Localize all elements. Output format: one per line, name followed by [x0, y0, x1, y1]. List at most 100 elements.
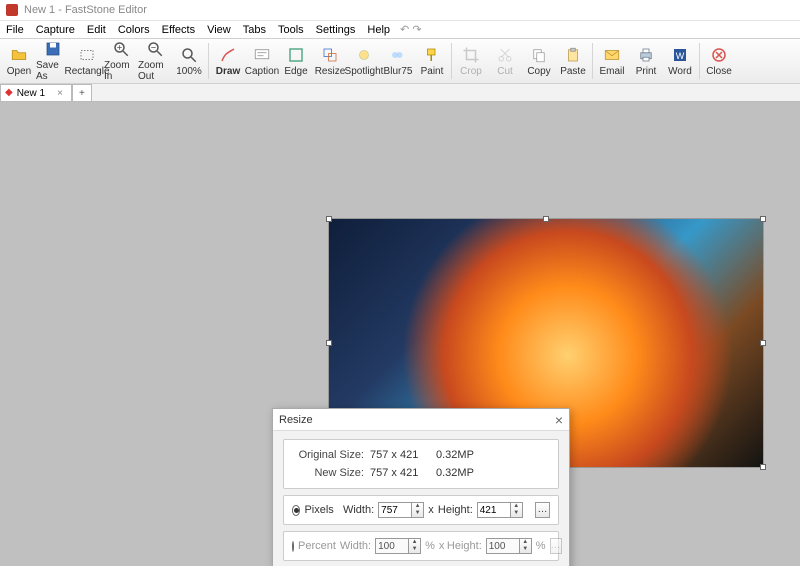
- height-label: Height:: [438, 504, 473, 516]
- size-info-panel: Original Size: 757 x 421 0.32MP New Size…: [283, 439, 559, 489]
- toolbar-resize-button[interactable]: Resize: [313, 40, 347, 82]
- dialog-close-icon[interactable]: ×: [555, 412, 563, 428]
- pixels-panel: Pixels Width: ▲▼ x Height: ▲▼: [283, 495, 559, 525]
- tab-bar: ◆ New 1 × +: [0, 84, 800, 102]
- menu-edit[interactable]: Edit: [81, 24, 112, 36]
- toolbar-label: Edge: [284, 66, 307, 77]
- blur-icon: [389, 46, 407, 64]
- toolbar-spotlight-button[interactable]: Spotlight: [347, 40, 381, 82]
- toolbar-email-button[interactable]: Email: [595, 40, 629, 82]
- toolbar-zoom-out-button[interactable]: Zoom Out: [138, 40, 172, 82]
- menu-colors[interactable]: Colors: [112, 24, 156, 36]
- toolbar-open-button[interactable]: Open: [2, 40, 36, 82]
- toolbar-100%-button[interactable]: 100%: [172, 40, 206, 82]
- undo-redo-icon[interactable]: ↶ ↷: [396, 23, 428, 36]
- menu-tools[interactable]: Tools: [272, 24, 310, 36]
- menu-settings[interactable]: Settings: [310, 24, 362, 36]
- more-pixels-button[interactable]: …: [535, 502, 550, 518]
- menu-capture[interactable]: Capture: [30, 24, 81, 36]
- toolbar-draw-button[interactable]: Draw: [211, 40, 245, 82]
- pixels-radio[interactable]: [292, 505, 300, 516]
- resize-handle[interactable]: [760, 216, 766, 222]
- width-pc-spinner: ▲▼: [375, 538, 421, 554]
- spinner-arrows-icon[interactable]: ▲▼: [412, 502, 424, 518]
- canvas-area[interactable]: Resize × Original Size: 757 x 421 0.32MP…: [0, 102, 800, 566]
- percent-label: Percent: [298, 540, 336, 552]
- tab-close-icon[interactable]: ×: [57, 88, 63, 99]
- width-px-spinner[interactable]: ▲▼: [378, 502, 424, 518]
- toolbar-separator: [208, 43, 209, 79]
- title-bar: New 1 - FastStone Editor: [0, 0, 800, 20]
- menu-bar: FileCaptureEditColorsEffectsViewTabsTool…: [0, 20, 800, 38]
- resize-handle[interactable]: [760, 464, 766, 470]
- new-size-mp: 0.32MP: [436, 467, 480, 479]
- width-label: Width:: [340, 540, 371, 552]
- x-sep: x: [428, 504, 434, 516]
- height-px-input[interactable]: [477, 502, 511, 518]
- toolbar-word-button[interactable]: W Word: [663, 40, 697, 82]
- resize-handle[interactable]: [326, 340, 332, 346]
- toolbar-label: Caption: [245, 66, 279, 77]
- email-icon: [603, 46, 621, 64]
- toolbar-label: 100%: [176, 66, 202, 77]
- toolbar-label: Blur75: [384, 66, 413, 77]
- open-icon: [10, 46, 28, 64]
- spinner-arrows-icon: ▲▼: [409, 538, 421, 554]
- toolbar-caption-button[interactable]: Caption: [245, 40, 279, 82]
- width-px-input[interactable]: [378, 502, 412, 518]
- resize-handle[interactable]: [760, 340, 766, 346]
- z100-icon: [180, 46, 198, 64]
- menu-file[interactable]: File: [0, 24, 30, 36]
- toolbar-edge-button[interactable]: Edge: [279, 40, 313, 82]
- toolbar-label: Spotlight: [345, 66, 384, 77]
- toolbar-separator: [592, 43, 593, 79]
- new-size-value: 757 x 421: [370, 467, 430, 479]
- toolbar-rectangle-button[interactable]: Rectangle: [70, 40, 104, 82]
- menu-help[interactable]: Help: [361, 24, 396, 36]
- toolbar: OpenSave AsRectangleZoom InZoom Out100%D…: [0, 38, 800, 84]
- menu-effects[interactable]: Effects: [156, 24, 201, 36]
- toolbar-label: Email: [599, 66, 624, 77]
- toolbar-label: Zoom Out: [138, 60, 172, 82]
- toolbar-close-button[interactable]: Close: [702, 40, 736, 82]
- toolbar-print-button[interactable]: Print: [629, 40, 663, 82]
- toolbar-label: Paint: [421, 66, 444, 77]
- tab-add-button[interactable]: +: [72, 84, 92, 101]
- toolbar-label: Close: [706, 66, 732, 77]
- resize-icon: [321, 46, 339, 64]
- height-px-spinner[interactable]: ▲▼: [477, 502, 523, 518]
- toolbar-paste-button[interactable]: Paste: [556, 40, 590, 82]
- word-icon: W: [671, 46, 689, 64]
- tab-label: New 1: [17, 88, 45, 99]
- resize-handle[interactable]: [543, 216, 549, 222]
- resize-dialog: Resize × Original Size: 757 x 421 0.32MP…: [272, 408, 570, 566]
- new-size-label: New Size:: [292, 467, 364, 479]
- toolbar-paint-button[interactable]: Paint: [415, 40, 449, 82]
- menu-view[interactable]: View: [201, 24, 237, 36]
- dialog-titlebar[interactable]: Resize ×: [273, 409, 569, 431]
- save-icon: [44, 40, 62, 58]
- more-percent-button: …: [550, 538, 562, 554]
- toolbar-zoom-in-button[interactable]: Zoom In: [104, 40, 138, 82]
- paste-icon: [564, 46, 582, 64]
- original-size-label: Original Size:: [292, 449, 364, 461]
- app-icon: [6, 4, 18, 16]
- toolbar-label: Word: [668, 66, 692, 77]
- percent-radio[interactable]: [292, 541, 294, 552]
- document-tab[interactable]: ◆ New 1 ×: [0, 84, 72, 101]
- toolbar-separator: [699, 43, 700, 79]
- spot-icon: [355, 46, 373, 64]
- toolbar-blur75-button[interactable]: Blur75: [381, 40, 415, 82]
- toolbar-label: Paste: [560, 66, 586, 77]
- toolbar-label: Open: [7, 66, 31, 77]
- draw-icon: [219, 46, 237, 64]
- zin-icon: [112, 40, 130, 58]
- toolbar-copy-button[interactable]: Copy: [522, 40, 556, 82]
- height-label: Height:: [447, 540, 482, 552]
- window-title: New 1 - FastStone Editor: [24, 4, 147, 16]
- pct-sign: %: [425, 540, 435, 552]
- height-pc-spinner: ▲▼: [486, 538, 532, 554]
- resize-handle[interactable]: [326, 216, 332, 222]
- menu-tabs[interactable]: Tabs: [237, 24, 272, 36]
- spinner-arrows-icon[interactable]: ▲▼: [511, 502, 523, 518]
